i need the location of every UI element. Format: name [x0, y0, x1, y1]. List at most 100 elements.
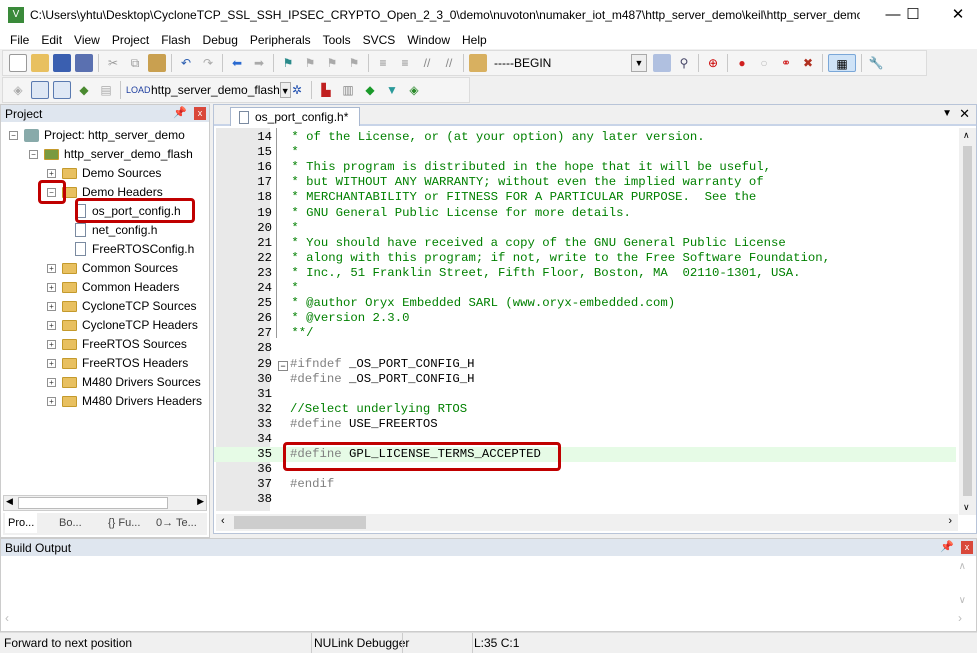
build-icon[interactable] [31, 81, 49, 99]
pin-icon[interactable]: 📌 [940, 540, 954, 553]
scroll-down-icon[interactable]: ∨ [959, 595, 966, 606]
expand-icon[interactable]: + [47, 168, 56, 178]
scroll-up-icon[interactable]: ∧ [963, 130, 970, 141]
kill-breakpoints-icon[interactable]: ✖ [799, 54, 817, 72]
prev-bookmark-icon[interactable]: ⚑ [301, 54, 319, 72]
clear-bookmarks-icon[interactable]: ⚑ [345, 54, 363, 72]
panel-tab[interactable]: 0→ Te... [153, 513, 200, 533]
scroll-right-icon[interactable]: › [948, 515, 952, 527]
target-select[interactable]: http_server_demo_flash ▼ [146, 81, 291, 99]
tab-list-dropdown-icon[interactable]: ▼ [942, 108, 952, 119]
disable-breakpoint-icon[interactable]: ○ [755, 54, 773, 72]
menu-svcs[interactable]: SVCS [357, 33, 402, 47]
pack-installer-icon[interactable]: ▼ [383, 81, 401, 99]
tree-item[interactable]: + FreeRTOS Sources [47, 335, 187, 353]
tree-item[interactable]: + Demo Sources [47, 164, 161, 182]
find-icon[interactable] [653, 54, 671, 72]
tree-item[interactable]: + CycloneTCP Headers [47, 316, 198, 334]
tab-os-port-config[interactable]: os_port_config.h* [230, 107, 360, 126]
paste-icon[interactable] [148, 54, 166, 72]
expand-icon[interactable]: + [47, 377, 56, 387]
close-tab-icon[interactable]: ✕ [959, 106, 970, 122]
tree-item[interactable]: + FreeRTOS Headers [47, 354, 188, 372]
copy-icon[interactable]: ⧉ [126, 54, 144, 72]
menu-peripherals[interactable]: Peripherals [244, 33, 317, 47]
debug-session-icon[interactable]: ⊕ [704, 54, 722, 72]
close-button[interactable]: ✕ [935, 0, 977, 30]
scroll-up-icon[interactable]: ∧ [959, 561, 966, 572]
scroll-thumb[interactable] [963, 146, 972, 496]
expand-icon[interactable]: + [47, 396, 56, 406]
panel-tab[interactable]: Pro... [5, 513, 38, 533]
scroll-down-icon[interactable]: ∨ [963, 502, 970, 513]
editor-hscrollbar[interactable]: ‹ › [216, 514, 958, 531]
target-options-icon[interactable]: ✲ [288, 81, 306, 99]
tree-item[interactable]: FreeRTOSConfig.h [75, 240, 194, 258]
uncomment-icon[interactable]: // [440, 54, 458, 72]
scroll-left-icon[interactable]: ◀ [6, 496, 13, 507]
scroll-left-icon[interactable]: ‹ [5, 611, 9, 625]
batch-build-icon[interactable]: ◆ [75, 81, 93, 99]
tree-item[interactable]: + CycloneTCP Sources [47, 297, 197, 315]
unindent-icon[interactable]: ≡ [396, 54, 414, 72]
menu-tools[interactable]: Tools [317, 33, 357, 47]
incremental-find-icon[interactable]: ⚲ [675, 54, 693, 72]
indent-icon[interactable]: ≡ [374, 54, 392, 72]
window-layout-icon[interactable]: ▦ [828, 54, 856, 72]
scroll-right-icon[interactable]: › [958, 611, 962, 625]
tree-item[interactable]: net_config.h [75, 221, 157, 239]
bookmark-icon[interactable]: ⚑ [279, 54, 297, 72]
download-icon[interactable]: LOAD [126, 81, 151, 99]
manage-components-icon[interactable]: ▥ [339, 81, 357, 99]
breakpoint-icon[interactable]: ● [733, 54, 751, 72]
close-panel-button[interactable]: x [194, 107, 206, 120]
rebuild-icon[interactable] [53, 81, 71, 99]
maximize-button[interactable]: ☐ [890, 0, 936, 30]
close-panel-button[interactable]: x [961, 541, 973, 554]
project-hscrollbar[interactable]: ◀ ▶ [3, 495, 207, 511]
open-file-icon[interactable] [31, 54, 49, 72]
fold-collapse-icon[interactable]: − [278, 361, 288, 371]
expand-icon[interactable]: + [47, 263, 56, 273]
expand-icon[interactable]: + [47, 358, 56, 368]
undo-icon[interactable]: ↶ [177, 54, 195, 72]
tree-item[interactable]: + M480 Drivers Sources [47, 373, 201, 391]
disable-all-breakpoints-icon[interactable]: ⚭ [777, 54, 795, 72]
editor-vscrollbar[interactable]: ∧ ∨ [959, 128, 976, 515]
scroll-thumb[interactable] [18, 497, 168, 509]
menu-project[interactable]: Project [106, 33, 155, 47]
nav-forward-icon[interactable]: ➡ [250, 54, 268, 72]
build-output-text[interactable] [3, 559, 973, 629]
scroll-left-icon[interactable]: ‹ [221, 515, 225, 527]
save-all-icon[interactable] [75, 54, 93, 72]
cut-icon[interactable]: ✂ [104, 54, 122, 72]
select-packs-icon[interactable]: ◆ [361, 81, 379, 99]
panel-tab[interactable]: {} Fu... [105, 513, 143, 533]
expand-icon[interactable]: + [47, 282, 56, 292]
stop-build-icon[interactable]: ▤ [97, 81, 115, 99]
redo-icon[interactable]: ↷ [199, 54, 217, 72]
tree-item[interactable]: + Common Sources [47, 259, 178, 277]
configure-icon[interactable]: 🔧 [867, 54, 885, 72]
tree-item[interactable]: − Project: http_server_demo [9, 126, 185, 144]
menu-edit[interactable]: Edit [35, 33, 68, 47]
menu-help[interactable]: Help [456, 33, 493, 47]
menu-view[interactable]: View [68, 33, 106, 47]
find-combo-dropdown[interactable]: ▼ [631, 54, 647, 72]
scroll-thumb[interactable] [234, 516, 366, 529]
menu-window[interactable]: Window [401, 33, 456, 47]
collapse-icon[interactable]: − [29, 149, 38, 159]
find-in-files-icon[interactable] [469, 54, 487, 72]
tree-item[interactable]: + M480 Drivers Headers [47, 392, 202, 410]
expand-icon[interactable]: + [47, 339, 56, 349]
nav-back-icon[interactable]: ⬅ [228, 54, 246, 72]
menu-debug[interactable]: Debug [197, 33, 244, 47]
save-icon[interactable] [53, 54, 71, 72]
expand-icon[interactable]: + [47, 320, 56, 330]
run-time-environment-icon[interactable]: ◈ [405, 81, 423, 99]
collapse-icon[interactable]: − [9, 130, 18, 140]
new-file-icon[interactable] [9, 54, 27, 72]
find-combo[interactable]: -----BEGIN [489, 54, 649, 72]
menu-file[interactable]: File [4, 33, 35, 47]
pin-icon[interactable]: 📌 [173, 106, 187, 119]
